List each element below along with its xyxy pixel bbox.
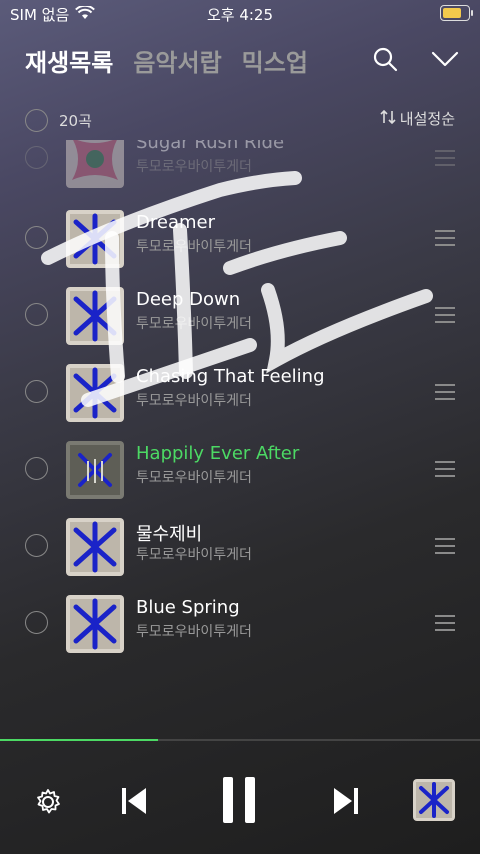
track-title: 물수제비 — [136, 524, 203, 545]
track-checkbox[interactable] — [25, 534, 48, 557]
track-checkbox[interactable] — [25, 303, 48, 326]
track-row[interactable]: Dreamer 투모로우바이투게더 — [0, 200, 480, 277]
battery-level — [443, 8, 462, 18]
drag-handle-icon[interactable] — [435, 384, 455, 405]
battery-icon — [440, 5, 473, 21]
playback-progress-bar[interactable] — [0, 739, 480, 741]
album-art — [66, 210, 124, 268]
track-artist: 투모로우바이투게더 — [136, 239, 252, 255]
drag-handle-icon[interactable] — [435, 230, 455, 251]
sort-label: 내설정순 — [399, 110, 455, 128]
chevron-down-icon[interactable] — [430, 44, 460, 74]
drag-handle-icon[interactable] — [435, 538, 455, 559]
header: 재생목록 음악서랍 믹스업 — [25, 40, 460, 80]
status-bar: SIM 없음 오후 4:25 — [0, 0, 480, 28]
track-row[interactable]: Deep Down 투모로우바이투게더 — [0, 277, 480, 354]
search-icon[interactable] — [370, 44, 400, 74]
drag-handle-icon[interactable] — [435, 307, 455, 328]
track-row[interactable]: 물수제비 투모로우바이투게더 — [0, 508, 480, 585]
drag-handle-icon[interactable] — [435, 461, 455, 482]
album-art — [66, 287, 124, 345]
track-checkbox[interactable] — [25, 611, 48, 634]
drag-handle-icon[interactable] — [435, 615, 455, 636]
track-checkbox[interactable] — [25, 457, 48, 480]
playback-progress-fill — [0, 739, 159, 741]
track-artist: 투모로우바이투게더 — [136, 393, 252, 409]
tab-music-drawer[interactable]: 음악서랍 — [133, 43, 221, 78]
player-controls — [0, 742, 480, 854]
track-artist: 투모로우바이투게더 — [136, 470, 252, 486]
track-row[interactable]: Blue Spring 투모로우바이투게더 — [0, 585, 480, 660]
select-all-checkbox[interactable] — [25, 108, 48, 132]
track-artist: 투모로우바이투게더 — [136, 624, 252, 640]
track-row[interactable]: Chasing That Feeling 투모로우바이투게더 — [0, 354, 480, 431]
previous-track-icon[interactable] — [116, 784, 150, 818]
track-list: Sugar Rush Ride 투모로우바이투게더 Dreamer 투모로우바이… — [0, 140, 480, 660]
track-title: Chasing That Feeling — [136, 366, 325, 387]
track-title: Deep Down — [136, 289, 241, 310]
track-count: 20곡 — [59, 111, 92, 130]
sort-icon — [380, 109, 396, 129]
sort-button[interactable]: 내설정순 — [380, 108, 455, 129]
album-art — [66, 364, 124, 422]
clock: 오후 4:25 — [206, 6, 274, 24]
settings-gear-icon[interactable] — [32, 786, 64, 818]
album-art — [66, 518, 124, 576]
track-checkbox[interactable] — [25, 226, 48, 249]
list-toolbar: 20곡 내설정순 — [25, 106, 455, 134]
track-artist: 투모로우바이투게더 — [136, 547, 252, 563]
track-row[interactable]: Sugar Rush Ride 투모로우바이투게더 — [0, 140, 480, 197]
track-title: Blue Spring — [136, 597, 240, 618]
album-art — [66, 595, 124, 653]
pause-icon[interactable] — [216, 774, 262, 826]
drag-handle-icon[interactable] — [435, 150, 455, 171]
now-playing-album-art[interactable] — [413, 779, 455, 821]
track-checkbox[interactable] — [25, 380, 48, 403]
track-row-playing[interactable]: Happily Ever After 투모로우바이투게더 — [0, 431, 480, 508]
track-artist: 투모로우바이투게더 — [136, 316, 252, 332]
tab-playlist[interactable]: 재생목록 — [25, 43, 113, 78]
tab-mixup[interactable]: 믹스업 — [242, 43, 308, 78]
track-checkbox[interactable] — [25, 146, 48, 169]
track-title: Sugar Rush Ride — [136, 140, 285, 153]
album-art — [66, 441, 124, 499]
track-title: Dreamer — [136, 212, 215, 233]
track-title: Happily Ever After — [136, 443, 300, 464]
album-art — [66, 140, 124, 188]
next-track-icon[interactable] — [330, 784, 364, 818]
track-artist: 투모로우바이투게더 — [136, 159, 252, 175]
